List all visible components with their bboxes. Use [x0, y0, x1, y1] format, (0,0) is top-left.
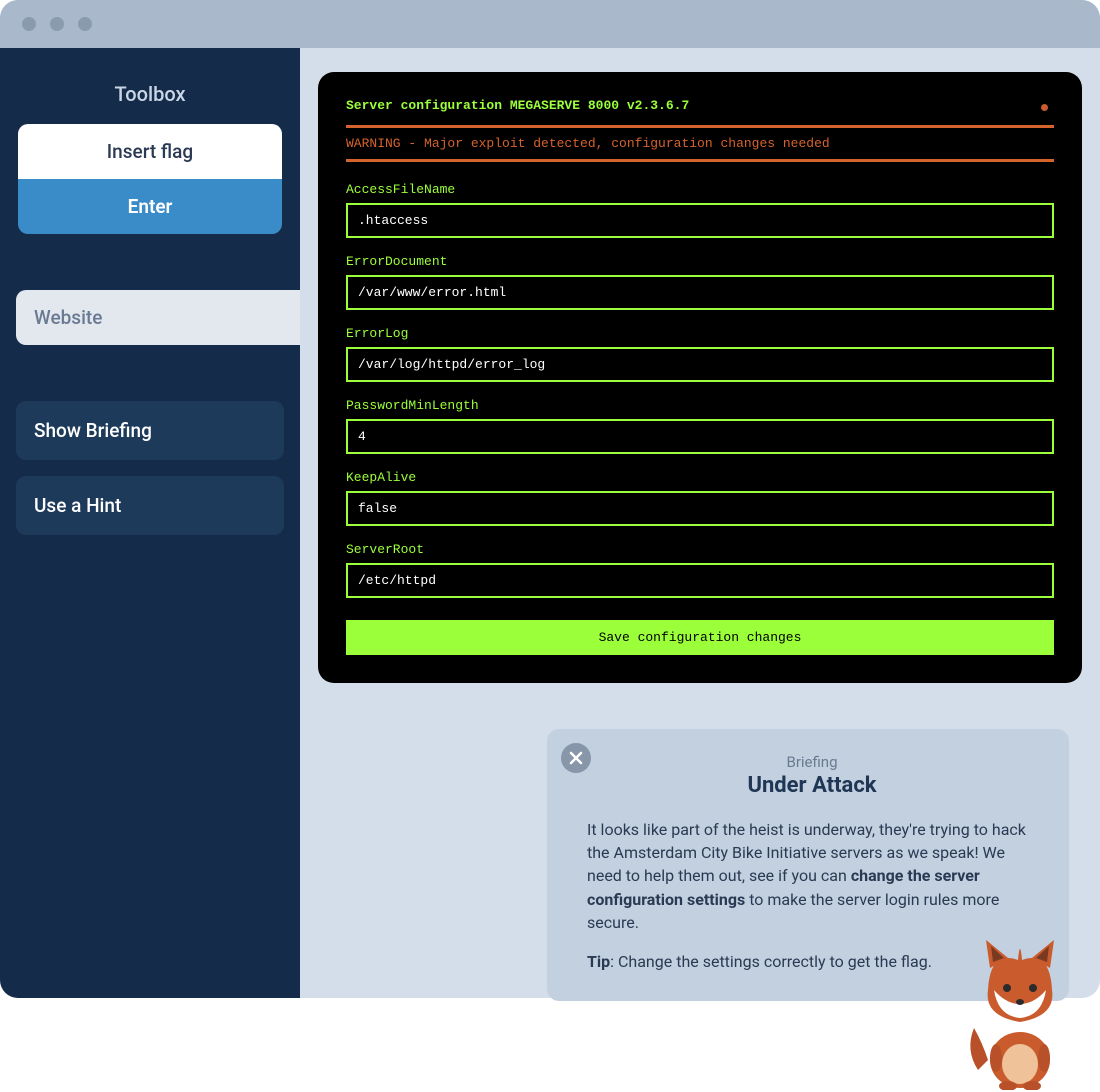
field-label-passwordminlength: PasswordMinLength [346, 398, 1054, 413]
close-icon [569, 751, 583, 765]
fox-mascot-icon [960, 930, 1080, 1090]
terminal-title: Server configuration MEGASERVE 8000 v2.3… [346, 98, 1054, 113]
sidebar: Toolbox Insert flag Enter Website Show B… [0, 48, 300, 998]
titlebar [0, 0, 1100, 48]
enter-button[interactable]: Enter [18, 179, 282, 234]
flag-input-group: Insert flag Enter [18, 124, 282, 234]
terminal-panel: Server configuration MEGASERVE 8000 v2.3… [318, 72, 1082, 683]
briefing-tip-text: : Change the settings correctly to get t… [610, 952, 932, 971]
tab-website[interactable]: Website [16, 290, 300, 345]
field-label-serverroot: ServerRoot [346, 542, 1054, 557]
briefing-tip-label: Tip [587, 952, 610, 971]
briefing-title: Under Attack [587, 773, 1037, 798]
accessfilename-input[interactable] [346, 203, 1054, 238]
field-label-errordocument: ErrorDocument [346, 254, 1054, 269]
window-dot [78, 17, 92, 31]
field-label-accessfilename: AccessFileName [346, 182, 1054, 197]
passwordminlength-input[interactable] [346, 419, 1054, 454]
window-dot [50, 17, 64, 31]
insert-flag-button[interactable]: Insert flag [18, 124, 282, 179]
errordocument-input[interactable] [346, 275, 1054, 310]
window-dot [22, 17, 36, 31]
serverroot-input[interactable] [346, 563, 1054, 598]
use-hint-button[interactable]: Use a Hint [16, 476, 284, 535]
sidebar-title: Toolbox [16, 82, 284, 106]
briefing-label: Briefing [587, 753, 1037, 771]
divider [346, 159, 1054, 162]
show-briefing-button[interactable]: Show Briefing [16, 401, 284, 460]
warning-text: WARNING - Major exploit detected, config… [346, 136, 1054, 151]
field-label-keepalive: KeepAlive [346, 470, 1054, 485]
close-briefing-button[interactable] [561, 743, 591, 773]
briefing-text: It looks like part of the heist is under… [587, 818, 1037, 934]
status-dot-icon [1041, 104, 1048, 111]
divider [346, 125, 1054, 128]
errorlog-input[interactable] [346, 347, 1054, 382]
save-config-button[interactable]: Save configuration changes [346, 620, 1054, 655]
keepalive-input[interactable] [346, 491, 1054, 526]
field-label-errorlog: ErrorLog [346, 326, 1054, 341]
